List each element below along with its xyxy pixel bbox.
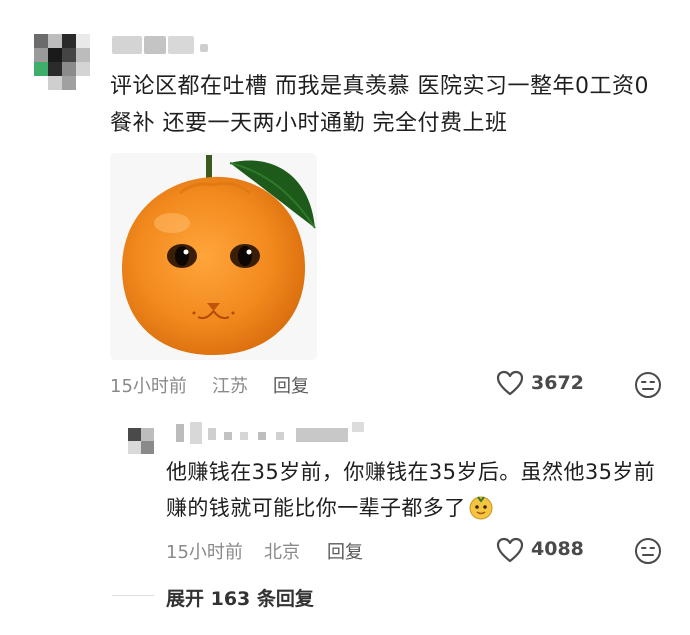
- reply-location: 北京: [264, 542, 300, 563]
- like-count: 3672: [531, 372, 584, 394]
- divider: [112, 595, 154, 596]
- reply-like-count: 4088: [531, 538, 584, 560]
- dislike-face-icon[interactable]: [634, 371, 662, 399]
- heart-icon[interactable]: [496, 537, 524, 563]
- reply-username-blurred[interactable]: [176, 422, 386, 444]
- expand-replies-button[interactable]: 展开 163 条回复: [166, 584, 314, 611]
- comment-time: 15小时前: [110, 376, 187, 397]
- reply-text-content: 他赚钱在35岁前，你赚钱在35岁后。虽然他35岁前赚的钱就可能比你一辈子都多了: [166, 460, 656, 520]
- avatar[interactable]: [34, 34, 96, 94]
- emoji-icon: [468, 494, 494, 531]
- reply-text: 他赚钱在35岁前，你赚钱在35岁后。虽然他35岁前赚的钱就可能比你一辈子都多了: [166, 454, 666, 531]
- reply-reply-button[interactable]: 回复: [327, 538, 363, 564]
- reply-button[interactable]: 回复: [273, 372, 309, 398]
- reply-avatar[interactable]: [128, 428, 154, 454]
- reply-time: 15小时前: [166, 542, 243, 563]
- username-blurred[interactable]: [112, 36, 208, 54]
- dislike-face-icon[interactable]: [634, 537, 662, 565]
- heart-icon[interactable]: [496, 370, 524, 396]
- comment-text: 评论区都在吐槽 而我是真羡慕 医院实习一整年0工资0餐补 还要一天两小时通勤 完…: [110, 74, 649, 136]
- comment-image[interactable]: [110, 153, 317, 360]
- comment-location: 江苏: [212, 376, 248, 397]
